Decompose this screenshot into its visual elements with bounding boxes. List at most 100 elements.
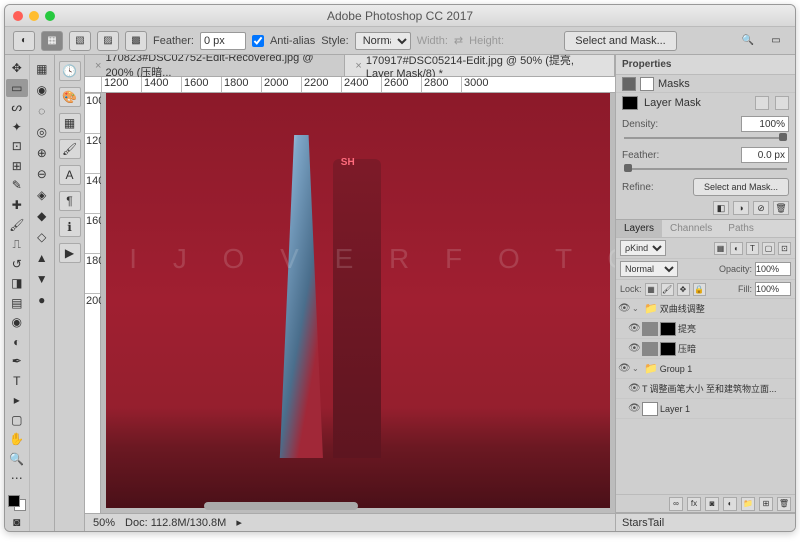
lasso-tool-icon[interactable]: ᔕ — [6, 98, 28, 117]
select-mask-button[interactable]: Select and Mask... — [564, 31, 677, 51]
vertical-ruler[interactable]: 100012001400160018002000 — [85, 93, 101, 513]
tab-paths[interactable]: Paths — [720, 220, 762, 237]
density-slider[interactable] — [624, 135, 787, 141]
layer-row[interactable]: 👁T调整画笔大小 至和建筑物立面... — [616, 379, 795, 399]
pen-tool-icon[interactable]: ✒ — [6, 352, 28, 371]
filter-smart-icon[interactable]: ⊡ — [778, 242, 791, 255]
tool-5-icon[interactable]: ⊕ — [31, 143, 53, 163]
filter-type-icon[interactable]: T — [746, 242, 759, 255]
feather-prop-input[interactable] — [741, 147, 789, 163]
lock-paint-icon[interactable]: 🖌 — [661, 283, 674, 296]
layer-name[interactable]: 提亮 — [678, 322, 793, 335]
layer-row[interactable]: 👁 提亮 — [616, 319, 795, 339]
visibility-icon[interactable]: 👁 — [628, 343, 640, 354]
visibility-icon[interactable]: 👁 — [628, 403, 640, 414]
tool-9-icon[interactable]: ◇ — [31, 227, 53, 247]
tool-12-icon[interactable]: ● — [31, 290, 53, 310]
gradient-tool-icon[interactable]: ▤ — [6, 293, 28, 312]
brush-panel-icon[interactable]: 🖌 — [59, 139, 81, 159]
edit-toolbar-icon[interactable]: ⋯ — [6, 469, 28, 488]
tool-11-icon[interactable]: ▼ — [31, 269, 53, 289]
layer-name[interactable]: Layer 1 — [660, 404, 793, 414]
refine-select-mask-button[interactable]: Select and Mask... — [693, 178, 789, 196]
quickmask-icon[interactable]: ◙ — [6, 512, 28, 531]
wand-tool-icon[interactable]: ✦ — [6, 118, 28, 137]
path-select-icon[interactable]: ▸ — [6, 391, 28, 410]
move-tool-icon[interactable]: ✥ — [6, 59, 28, 78]
layer-row[interactable]: 👁 Layer 1 — [616, 399, 795, 419]
density-input[interactable] — [741, 116, 789, 132]
add-mask-icon[interactable] — [775, 96, 789, 110]
link-layers-icon[interactable]: ∞ — [669, 497, 683, 511]
canvas[interactable]: © I J O V E R F O T O — [101, 93, 615, 513]
new-group-icon[interactable]: 📁 — [741, 497, 755, 511]
document-tab-0[interactable]: ×170823#DSC02752-Edit-Recovered.jpg @ 20… — [85, 55, 345, 76]
shape-tool-icon[interactable]: ▢ — [6, 411, 28, 430]
fx-icon[interactable]: fx — [687, 497, 701, 511]
marquee-tool-icon[interactable]: ▭ — [6, 79, 28, 98]
mask-vector-icon[interactable] — [640, 77, 654, 91]
zoom-tool-icon[interactable]: 🔍 — [6, 450, 28, 469]
tab-channels[interactable]: Channels — [662, 220, 720, 237]
tool-4-icon[interactable]: ◎ — [31, 122, 53, 142]
eyedropper-tool-icon[interactable]: ✎ — [6, 176, 28, 195]
close-tab-icon[interactable]: × — [355, 60, 361, 72]
new-selection-icon[interactable]: ▦ — [41, 31, 63, 51]
horizontal-scrollbar[interactable] — [204, 502, 358, 510]
info-panel-icon[interactable]: ℹ — [59, 217, 81, 237]
visibility-icon[interactable]: 👁 — [628, 383, 640, 394]
history-panel-icon[interactable]: 🕓 — [59, 61, 81, 81]
layer-name[interactable]: 调整画笔大小 至和建筑物立面... — [650, 382, 794, 395]
layer-kind-select[interactable]: ρKind — [620, 240, 666, 256]
lock-all-icon[interactable]: 🔒 — [693, 283, 706, 296]
blur-tool-icon[interactable]: ◉ — [6, 313, 28, 332]
visibility-icon[interactable]: 👁 — [628, 323, 640, 334]
frame-tool-icon[interactable]: ⊞ — [6, 157, 28, 176]
visibility-icon[interactable]: 👁 — [618, 303, 630, 314]
hand-tool-icon[interactable]: ✋ — [6, 430, 28, 449]
tool-2-icon[interactable]: ◉ — [31, 80, 53, 100]
visibility-icon[interactable]: 👁 — [618, 363, 630, 374]
filter-pixel-icon[interactable]: ▦ — [714, 242, 727, 255]
select-mask-icon[interactable] — [755, 96, 769, 110]
swatches-panel-icon[interactable]: ▦ — [59, 113, 81, 133]
layer-row[interactable]: 👁⌄📁Group 1 — [616, 359, 795, 379]
tool-6-icon[interactable]: ⊖ — [31, 164, 53, 184]
tool-8-icon[interactable]: ◆ — [31, 206, 53, 226]
status-arrow-icon[interactable]: ▸ — [236, 516, 242, 529]
tool-3-icon[interactable]: ◌ — [31, 101, 53, 121]
new-adj-icon[interactable]: ◐ — [723, 497, 737, 511]
workspace-icon[interactable]: ▭ — [765, 31, 787, 51]
invert-mask-icon[interactable]: ◑ — [733, 201, 749, 215]
layer-name[interactable]: 压暗 — [678, 342, 793, 355]
zoom-level[interactable]: 50% — [93, 517, 115, 529]
starstail-panel[interactable]: StarsTail — [616, 513, 795, 531]
type-tool-icon[interactable]: T — [6, 372, 28, 391]
heal-tool-icon[interactable]: ✚ — [6, 196, 28, 215]
horizontal-ruler[interactable]: 1200140016001800200022002400260028003000 — [85, 77, 615, 93]
subtract-selection-icon[interactable]: ▨ — [97, 31, 119, 51]
tab-layers[interactable]: Layers — [616, 220, 662, 237]
style-select[interactable]: Normal — [355, 32, 411, 50]
disable-mask-icon[interactable]: ⊘ — [753, 201, 769, 215]
tool-10-icon[interactable]: ▲ — [31, 248, 53, 268]
delete-mask-icon[interactable]: 🗑 — [773, 201, 789, 215]
search-icon[interactable]: 🔍 — [737, 31, 759, 51]
char-panel-icon[interactable]: A — [59, 165, 81, 185]
add-selection-icon[interactable]: ▧ — [69, 31, 91, 51]
artboard-tool-icon[interactable]: ▦ — [31, 59, 53, 79]
new-layer-icon[interactable]: ⊞ — [759, 497, 773, 511]
color-panel-icon[interactable]: 🎨 — [59, 87, 81, 107]
feather-slider[interactable] — [624, 166, 787, 172]
intersect-selection-icon[interactable]: ▩ — [125, 31, 147, 51]
opacity-input[interactable] — [755, 262, 791, 276]
color-swatches[interactable] — [8, 495, 26, 512]
lock-pos-icon[interactable]: ✥ — [677, 283, 690, 296]
delete-layer-icon[interactable]: 🗑 — [777, 497, 791, 511]
crop-tool-icon[interactable]: ⊡ — [6, 137, 28, 156]
layer-row[interactable]: 👁⌄📁双曲线调整 — [616, 299, 795, 319]
tool-7-icon[interactable]: ◈ — [31, 185, 53, 205]
document-tab-1[interactable]: ×170917#DSC05214-Edit.jpg @ 50% (提亮, Lay… — [345, 55, 615, 76]
disclosure-icon[interactable]: ⌄ — [632, 304, 642, 313]
mask-from-sel-icon[interactable]: ◧ — [713, 201, 729, 215]
